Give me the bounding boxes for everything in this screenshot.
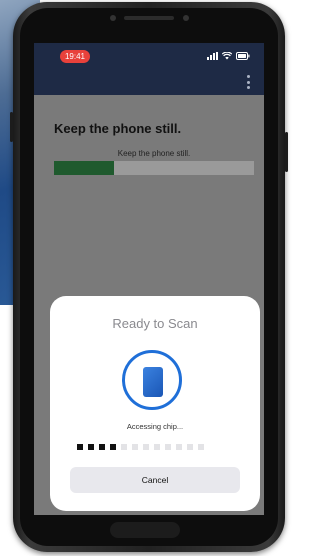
kebab-icon[interactable] <box>247 75 250 89</box>
progress-dot <box>143 444 149 450</box>
progress-dot <box>132 444 138 450</box>
sensor-icon <box>183 15 189 21</box>
page-heading: Keep the phone still. <box>54 121 182 136</box>
phone-icon <box>143 367 163 397</box>
progress-dot <box>165 444 171 450</box>
progress-dot <box>88 444 94 450</box>
app-bar <box>34 69 264 95</box>
battery-icon <box>236 52 250 60</box>
status-icons <box>207 51 250 61</box>
progress-label: Keep the phone still. <box>117 149 191 158</box>
power-button <box>285 132 288 172</box>
progress-dot <box>110 444 116 450</box>
scan-progress-dots <box>77 444 204 450</box>
progress-dot <box>154 444 160 450</box>
progress-dot <box>121 444 127 450</box>
sheet-title: Ready to Scan <box>112 316 198 331</box>
volume-button <box>10 112 13 142</box>
cancel-button[interactable]: Cancel <box>70 467 240 493</box>
progress-dot <box>99 444 105 450</box>
progress-dot <box>187 444 193 450</box>
scan-sheet: Ready to Scan Accessing chip... Cancel <box>50 296 260 511</box>
speaker-grille <box>124 16 174 20</box>
phone-screen: 19:41 Keep the phone still. Keep the pho… <box>34 43 264 515</box>
home-indicator <box>110 522 180 538</box>
wifi-icon <box>222 52 232 60</box>
progress-dot <box>198 444 204 450</box>
progress-fill <box>54 161 114 175</box>
signal-icon <box>207 52 218 60</box>
status-time: 19:41 <box>60 50 90 63</box>
scan-indicator <box>122 350 182 410</box>
progress-bar <box>54 161 254 175</box>
status-bar: 19:41 <box>34 43 264 69</box>
scan-status: Accessing chip... <box>126 422 184 431</box>
progress-dot <box>77 444 83 450</box>
progress-dot <box>176 444 182 450</box>
camera-icon <box>110 15 116 21</box>
